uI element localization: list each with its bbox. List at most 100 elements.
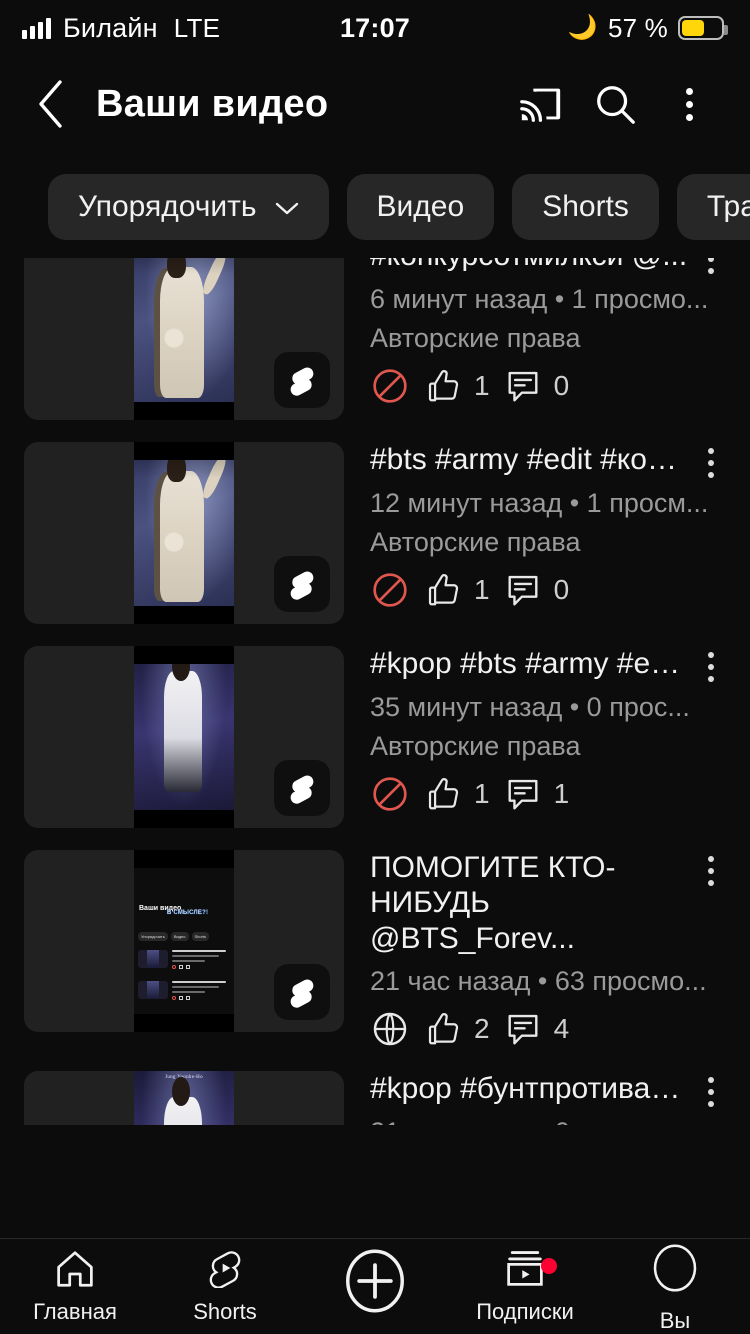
like-count: 1 <box>474 778 490 809</box>
table-row[interactable]: Jung Yoonhe-Ho ЛУЧШИЙ ШИП: ХЁНЁНХДЖИН ЧА… <box>0 1071 750 1125</box>
thumbnail-image: Jung Yoonhe-Ho ЛУЧШИЙ ШИП: ХЁНЁНХДЖИН ЧА… <box>134 1071 234 1125</box>
video-subtitle: 6 минут назад • 1 просмо... <box>370 284 709 314</box>
network-type-label: LTE <box>173 12 221 43</box>
thumbnail-image <box>134 646 234 828</box>
thumbnail-image <box>134 258 234 420</box>
shorts-badge-icon <box>274 760 330 816</box>
comment-stat: 4 <box>504 1010 570 1048</box>
video-thumbnail[interactable] <box>24 646 344 828</box>
comment-count: 4 <box>553 1013 570 1045</box>
video-title[interactable]: ПОМОГИТЕ КТО-НИБУДЬ @BTS_Forev... <box>370 850 688 956</box>
like-stat: 2 <box>424 1010 490 1048</box>
video-subtitle: 12 минут назад • 1 просм... <box>370 488 709 518</box>
thumbnail-frame: Jung Yoonhe-Ho ЛУЧШИЙ ШИП: ХЁНЁНХДЖИН ЧА… <box>134 1071 234 1125</box>
video-copyright-label: Авторские права <box>370 527 581 557</box>
thumbnail-frame <box>134 442 234 624</box>
table-row[interactable]: Jung Yoonhe-Ho Ваши видео В СМЫСЛЕ?! Упо… <box>0 850 750 1049</box>
video-copyright-label: Авторские права <box>370 731 581 761</box>
comment-count: 1 <box>553 778 570 809</box>
account-avatar-icon <box>647 1239 703 1302</box>
back-chevron-icon[interactable] <box>22 75 80 133</box>
video-stats: 1 0 <box>370 366 734 406</box>
video-overflow-icon[interactable] <box>688 258 734 274</box>
video-stats: 1 0 <box>370 570 734 610</box>
thumbnail-frame <box>134 646 234 828</box>
search-icon[interactable] <box>578 73 652 135</box>
like-count: 1 <box>474 370 490 401</box>
thumbnail-image <box>134 442 234 624</box>
table-row[interactable]: #kpop #bts #army #ed... 35 минут назад •… <box>0 646 750 828</box>
chip-sort[interactable]: Упорядочить <box>48 174 329 240</box>
video-list[interactable]: #конкурсотмилкси @... 6 минут назад • 1 … <box>0 258 750 1125</box>
chip-live-label: Трансл <box>706 190 750 223</box>
video-title[interactable]: #конкурсотмилкси @... <box>370 258 688 273</box>
shorts-badge-icon <box>274 352 330 408</box>
table-row[interactable]: #конкурсотмилкси @... 6 минут назад • 1 … <box>0 258 750 420</box>
chip-shorts-label: Shorts <box>542 190 629 223</box>
battery-percent-label: 57 % <box>607 12 668 43</box>
comment-count: 0 <box>553 370 570 401</box>
video-overflow-icon[interactable] <box>688 442 734 478</box>
public-globe-icon <box>370 1009 410 1049</box>
cast-icon[interactable] <box>504 73 578 135</box>
video-thumbnail[interactable]: Jung Yoonhe-Ho ЛУЧШИЙ ШИП: ХЁНЁНХДЖИН ЧА… <box>24 1071 344 1125</box>
nav-label-subscriptions: Подписки <box>476 1299 574 1324</box>
bottom-navigation-bar: Главная Shorts Подписки Вы <box>0 1238 750 1334</box>
video-overflow-icon[interactable] <box>688 1071 734 1108</box>
status-bar-left: Билайн LTE <box>22 13 373 44</box>
video-copyright-label: Авторские права <box>370 323 581 353</box>
nested-chip-row: Упорядочить Видео Shorts <box>138 931 232 941</box>
video-stats: 1 1 <box>370 774 734 814</box>
restricted-icon <box>370 774 410 814</box>
like-count: 2 <box>474 1013 490 1045</box>
nested-list-item <box>138 981 231 1001</box>
carrier-label: Билайн <box>63 12 158 43</box>
video-title[interactable]: #kpop #bts #army #ed... <box>370 646 688 681</box>
kebab-menu-icon[interactable] <box>652 73 726 135</box>
video-subtitle: 21 час назад • 63 просмо... <box>370 966 707 997</box>
table-row[interactable]: #bts #army #edit #кон... 12 минут назад … <box>0 442 750 624</box>
video-meta: #конкурсотмилкси @... 6 минут назад • 1 … <box>344 258 750 420</box>
like-stat: 1 <box>424 367 490 405</box>
create-plus-icon <box>337 1243 413 1324</box>
video-meta: #kpop #бунтпротивав... 21 час назад • 0 … <box>344 1071 750 1125</box>
video-thumbnail[interactable] <box>24 442 344 624</box>
video-title[interactable]: #bts #army #edit #кон... <box>370 442 688 477</box>
chip-sort-label: Упорядочить <box>78 190 257 223</box>
video-subtitle: 21 час назад • 0 просмот... <box>370 1117 734 1125</box>
battery-icon <box>678 16 728 40</box>
page-title: Ваши видео <box>96 82 329 125</box>
chip-shorts[interactable]: Shorts <box>512 174 659 240</box>
home-icon <box>53 1248 97 1293</box>
nested-chip: Упорядочить <box>138 931 168 941</box>
app-header: Ваши видео <box>0 56 750 152</box>
thumbnail-frame <box>134 258 234 420</box>
video-meta: #bts #army #edit #кон... 12 минут назад … <box>344 442 750 624</box>
filter-chip-row[interactable]: Упорядочить Видео Shorts Трансл <box>0 152 750 258</box>
nested-chip: Shorts <box>191 931 210 941</box>
video-thumbnail[interactable]: Jung Yoonhe-Ho Ваши видео В СМЫСЛЕ?! Упо… <box>24 850 344 1032</box>
shorts-badge-icon <box>274 556 330 612</box>
nested-list-item <box>138 950 231 970</box>
nav-item-shorts[interactable]: Shorts <box>150 1248 300 1325</box>
chevron-down-icon <box>275 190 299 224</box>
thumbnail-image: Jung Yoonhe-Ho Ваши видео В СМЫСЛЕ?! Упо… <box>134 850 234 1032</box>
video-title[interactable]: #kpop #бунтпротивав... <box>370 1071 688 1106</box>
nav-item-you[interactable]: Вы <box>600 1239 750 1334</box>
restricted-icon <box>370 570 410 610</box>
like-count: 1 <box>474 574 490 605</box>
restricted-icon <box>370 366 410 406</box>
nav-item-home[interactable]: Главная <box>0 1248 150 1325</box>
status-bar: Билайн LTE 17:07 🌙 57 % <box>0 0 750 56</box>
chip-live[interactable]: Трансл <box>676 174 750 240</box>
moon-icon: 🌙 <box>567 14 598 41</box>
video-overflow-icon[interactable] <box>688 646 734 682</box>
nav-item-subscriptions[interactable]: Подписки <box>450 1248 600 1325</box>
status-bar-right: 🌙 57 % <box>373 12 728 44</box>
video-overflow-icon[interactable] <box>688 850 734 886</box>
nav-item-create[interactable] <box>300 1243 450 1330</box>
signal-strength-icon <box>22 17 51 39</box>
video-thumbnail[interactable] <box>24 258 344 420</box>
chip-videos[interactable]: Видео <box>346 174 495 240</box>
comment-count: 0 <box>553 574 570 605</box>
